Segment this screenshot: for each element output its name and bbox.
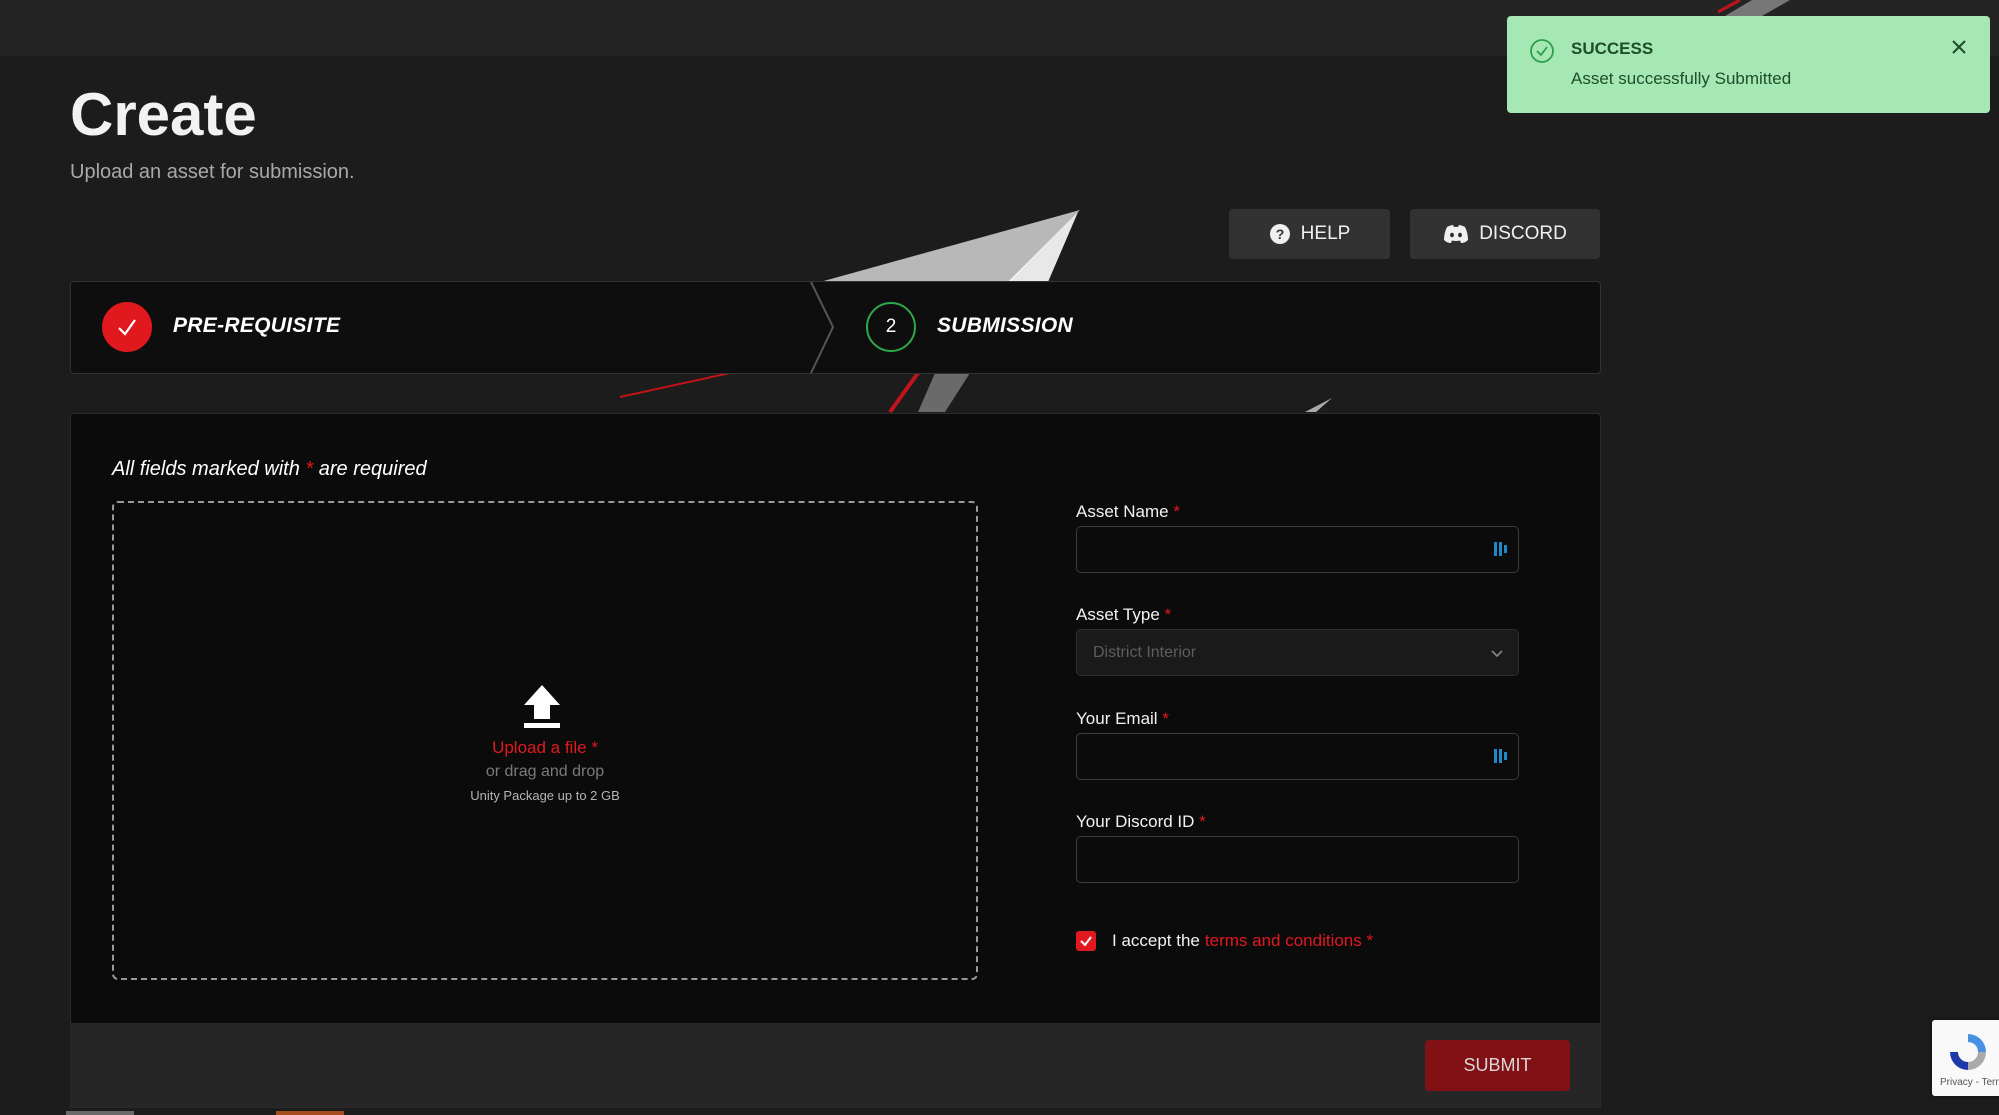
success-toast: SUCCESS Asset successfully Submitted [1507,16,1990,113]
discord-icon [1444,225,1469,243]
form-footer: SUBMIT [70,1023,1601,1108]
bottom-indicator [66,1111,134,1115]
discord-button-label: DISCORD [1479,223,1567,244]
toast-message: Asset successfully Submitted [1571,69,1792,88]
page-title: Create [70,81,257,148]
discord-button[interactable]: DISCORD [1410,209,1600,259]
terms-link[interactable]: terms and conditions * [1205,931,1373,951]
recaptcha-icon [1950,1034,1986,1070]
asset-type-select[interactable]: District Interior [1076,629,1519,676]
submission-form: All fields marked with * are required Up… [70,413,1601,1025]
required-fields-note: All fields marked with * are required [112,458,427,480]
help-button-label: HELP [1300,223,1351,244]
upload-hint: Unity Package up to 2 GB [470,788,620,803]
step-divider [810,282,835,373]
upload-icon [524,685,560,728]
page-subtitle: Upload an asset for submission. [70,161,355,183]
autofill-icon[interactable] [1493,539,1509,559]
upload-file-link[interactable]: Upload a file * [114,738,976,758]
recaptcha-text[interactable]: Privacy - Terms [1940,1077,1999,1088]
terms-checkbox[interactable] [1076,931,1096,951]
chevron-down-icon [1491,650,1503,658]
help-icon: ? [1269,224,1290,244]
terms-text: I accept the [1112,931,1200,950]
success-check-icon [1530,39,1554,63]
email-input[interactable] [1076,733,1519,780]
asset-name-label: Asset Name * [1076,502,1180,521]
autofill-icon[interactable] [1493,746,1509,766]
recaptcha-badge[interactable]: Privacy - Terms [1932,1020,1999,1096]
bottom-indicator [276,1111,344,1115]
email-label: Your Email * [1076,709,1169,728]
progress-stepper: PRE-REQUISITE 2 SUBMISSION [70,281,1601,374]
email-wrapper [1076,733,1519,780]
close-icon[interactable] [1950,38,1968,56]
asset-name-wrapper [1076,526,1519,573]
file-dropzone[interactable]: Upload a file * or drag and drop Unity P… [112,501,978,980]
terms-row: I accept the terms and conditions * [1076,929,1373,953]
check-icon [118,319,136,336]
toast-title: SUCCESS [1571,39,1654,58]
check-icon [1080,936,1092,947]
help-button[interactable]: ? HELP [1229,209,1390,259]
asset-type-label: Asset Type * [1076,605,1172,624]
step-submission-label[interactable]: SUBMISSION [937,314,1073,338]
asset-name-input[interactable] [1076,526,1519,573]
submit-button[interactable]: SUBMIT [1425,1040,1570,1091]
step-number-badge: 2 [866,302,916,352]
drag-drop-text: or drag and drop [485,763,605,780]
step-complete-check [102,302,152,352]
asset-type-value: District Interior [1093,644,1197,661]
discord-id-label: Your Discord ID * [1076,812,1206,831]
step-prerequisite-label[interactable]: PRE-REQUISITE [173,314,340,338]
svg-text:?: ? [1275,226,1284,242]
discord-id-input[interactable] [1076,836,1519,883]
